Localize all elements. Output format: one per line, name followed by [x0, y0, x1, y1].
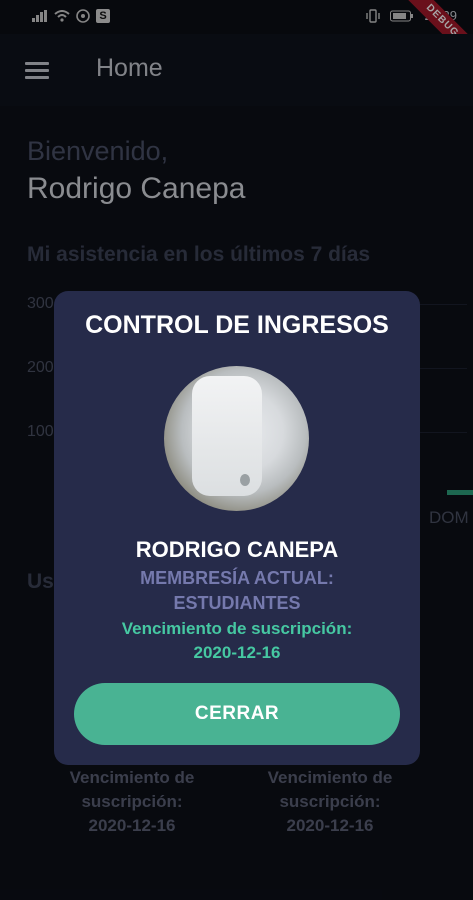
expiry-date: 2020-12-16: [193, 643, 281, 662]
apple-logo-icon: [240, 474, 250, 486]
membership-value: ESTUDIANTES: [173, 593, 301, 613]
member-name: RODRIGO CANEPA: [135, 537, 339, 562]
access-control-dialog: CONTROL DE INGRESOS RODRIGO CANEPA MEMBR…: [54, 291, 420, 765]
expiry-label: Vencimiento de suscripción:: [121, 619, 353, 638]
user-avatar: [164, 366, 309, 511]
membership-label: MEMBRESÍA ACTUAL:: [140, 568, 334, 588]
close-button[interactable]: CERRAR: [74, 683, 400, 745]
dialog-title: CONTROL DE INGRESOS: [85, 311, 389, 339]
